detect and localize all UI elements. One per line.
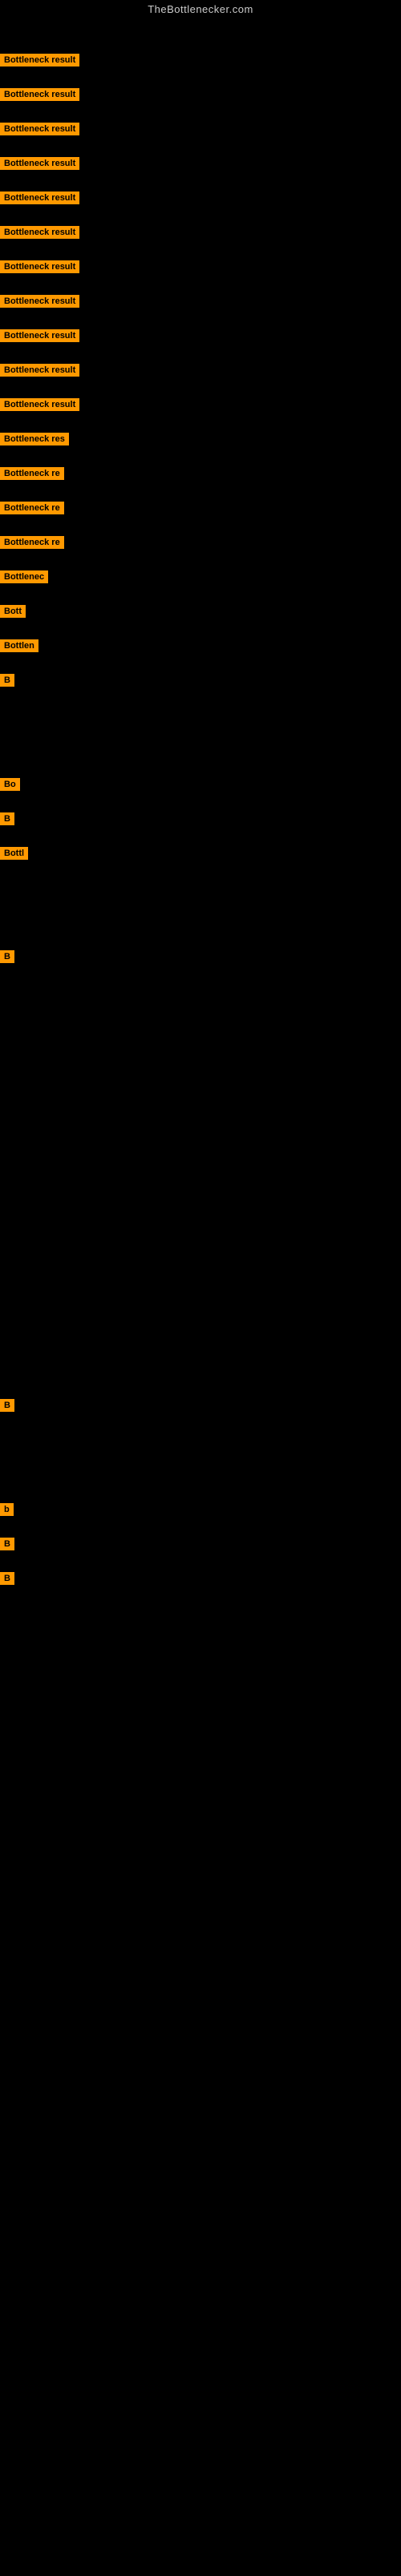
bottleneck-badge: Bottleneck result bbox=[0, 157, 79, 170]
bottleneck-badge: Bottl bbox=[0, 847, 28, 860]
bottleneck-badge: B bbox=[0, 1399, 14, 1412]
bottleneck-badge: Bottleneck result bbox=[0, 398, 79, 411]
bottleneck-badge: Bott bbox=[0, 605, 26, 618]
bottleneck-badge: Bottleneck re bbox=[0, 467, 64, 480]
bottleneck-badge: B bbox=[0, 1572, 14, 1585]
bottleneck-badge: B bbox=[0, 950, 14, 963]
site-title: TheBottlenecker.com bbox=[0, 0, 401, 20]
bottleneck-badge: B bbox=[0, 812, 14, 825]
bottleneck-badge: Bottleneck result bbox=[0, 88, 79, 101]
bottleneck-badge: Bottleneck result bbox=[0, 295, 79, 308]
bottleneck-badge: Bottlen bbox=[0, 639, 38, 652]
bottleneck-badge: b bbox=[0, 1503, 14, 1516]
bottleneck-badge: Bottleneck result bbox=[0, 226, 79, 239]
bottleneck-badge: Bottlenec bbox=[0, 570, 48, 583]
bottleneck-badge: Bottleneck res bbox=[0, 433, 69, 445]
bottleneck-badge: B bbox=[0, 1538, 14, 1550]
bottleneck-badge: Bottleneck result bbox=[0, 191, 79, 204]
bottleneck-badge: Bottleneck result bbox=[0, 123, 79, 135]
bottleneck-badge: B bbox=[0, 674, 14, 687]
bottleneck-badge: Bottleneck result bbox=[0, 364, 79, 377]
bottleneck-badge: Bottleneck result bbox=[0, 329, 79, 342]
bottleneck-badge: Bo bbox=[0, 778, 20, 791]
bottleneck-badge: Bottleneck result bbox=[0, 260, 79, 273]
bottleneck-badge: Bottleneck re bbox=[0, 502, 64, 514]
bottleneck-badge: Bottleneck re bbox=[0, 536, 64, 549]
bottleneck-badge: Bottleneck result bbox=[0, 54, 79, 67]
